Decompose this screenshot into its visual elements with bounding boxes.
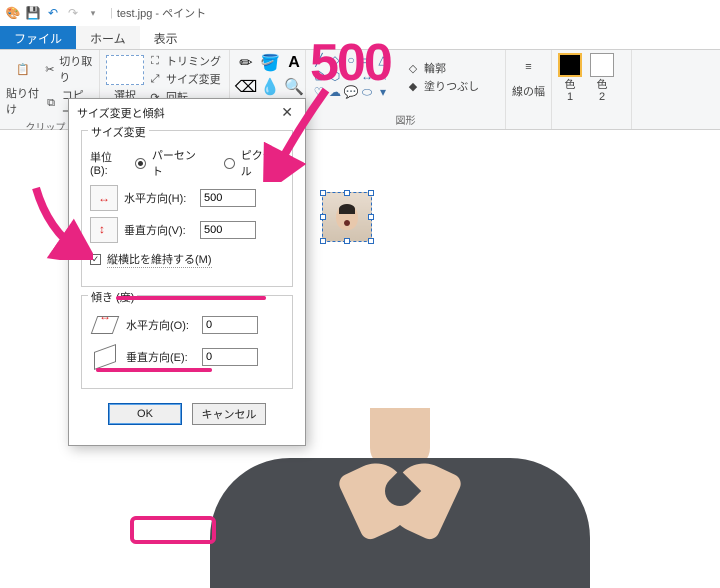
- cut-button[interactable]: ✂切り取り: [44, 53, 93, 85]
- tab-home[interactable]: ホーム: [76, 26, 140, 49]
- resize-icon: ⤢: [148, 72, 162, 86]
- redo-icon[interactable]: ↷: [64, 4, 82, 22]
- color1-swatch: [558, 53, 582, 77]
- selected-image[interactable]: [322, 192, 372, 242]
- radio-pixel[interactable]: [224, 158, 235, 169]
- skew-h-input[interactable]: [202, 316, 258, 334]
- annotation-arrow-1: [256, 82, 336, 182]
- skew-v-input[interactable]: [202, 348, 258, 366]
- v-label: 垂直方向(V):: [124, 222, 194, 238]
- undo-icon[interactable]: ↶: [44, 4, 62, 22]
- fill-button[interactable]: ◆塗りつぶし: [406, 78, 479, 94]
- crop-button[interactable]: ⛶トリミング: [148, 53, 221, 69]
- skew-h-icon: ↔: [90, 312, 120, 338]
- aspect-label[interactable]: 縦横比を維持する(M): [107, 251, 212, 268]
- paste-label: 貼り付け: [6, 85, 40, 117]
- percent-label[interactable]: パーセント: [152, 147, 206, 179]
- tab-file[interactable]: ファイル: [0, 26, 76, 49]
- fill-tool[interactable]: 🪣: [260, 53, 280, 73]
- pencil-tool[interactable]: ✏: [236, 53, 256, 73]
- outline-icon: ◇: [406, 61, 420, 75]
- title-divider: |: [110, 7, 113, 19]
- qat-dropdown-icon[interactable]: ▾: [84, 4, 102, 22]
- tab-view[interactable]: 表示: [140, 26, 192, 49]
- quick-access-toolbar: 🎨 💾 ↶ ↷ ▾: [0, 4, 106, 22]
- select-icon: [106, 55, 144, 85]
- skew-h-label: 水平方向(O):: [126, 317, 196, 333]
- unit-label: 単位(B):: [90, 149, 129, 177]
- skew-v-label: 垂直方向(E):: [126, 349, 196, 365]
- title-bar: 🎨 💾 ↶ ↷ ▾ | test.jpg - ペイント: [0, 0, 720, 26]
- face-graphic: [336, 204, 358, 230]
- skew-group: 傾き (度) ↔ 水平方向(O): 垂直方向(E):: [81, 295, 293, 389]
- annotation-underline-1: [116, 296, 266, 300]
- ribbon-group-colors: 色 1 色 2: [552, 50, 632, 129]
- dialog-title-text: サイズ変更と傾斜: [77, 105, 165, 121]
- text-tool[interactable]: A: [284, 53, 304, 73]
- app-icon: 🎨: [4, 4, 22, 22]
- shapes-group-label: 図形: [312, 112, 499, 127]
- h-label: 水平方向(H):: [124, 190, 194, 206]
- paste-icon: 📋: [9, 55, 37, 83]
- resize-legend: サイズ変更: [88, 124, 149, 140]
- annotation-ok-highlight: [130, 516, 216, 544]
- annotation-underline-2: [96, 368, 212, 372]
- radio-percent[interactable]: [135, 158, 146, 169]
- resize-button[interactable]: ⤢サイズ変更: [148, 71, 221, 87]
- select-button[interactable]: 選択: [106, 55, 144, 103]
- cancel-button[interactable]: キャンセル: [192, 403, 266, 425]
- fill-icon: ◆: [406, 79, 420, 93]
- color2-button[interactable]: 色 2: [590, 53, 614, 103]
- horizontal-input[interactable]: [200, 189, 256, 207]
- outline-button[interactable]: ◇輪郭: [406, 60, 479, 76]
- eraser-tool[interactable]: ⌫: [236, 77, 256, 97]
- ok-button[interactable]: OK: [108, 403, 182, 425]
- annotation-arrow-2: [28, 180, 93, 260]
- ribbon-group-stroke: ≡ 線の幅: [506, 50, 552, 129]
- color2-swatch: [590, 53, 614, 77]
- cut-icon: ✂: [44, 62, 55, 76]
- save-icon[interactable]: 💾: [24, 4, 42, 22]
- skew-v-icon: [90, 344, 120, 370]
- vertical-input[interactable]: [200, 221, 256, 239]
- color1-button[interactable]: 色 1: [558, 53, 582, 103]
- stroke-icon: ≡: [515, 53, 543, 81]
- copy-icon: ⧉: [44, 96, 57, 110]
- crop-icon: ⛶: [148, 54, 162, 68]
- vertical-icon: ↔: [90, 217, 118, 243]
- paste-button[interactable]: 📋 貼り付け: [6, 55, 40, 117]
- document-title: test.jpg - ペイント: [117, 5, 206, 21]
- horizontal-icon: ↔: [90, 185, 118, 211]
- stroke-width-button[interactable]: ≡ 線の幅: [512, 53, 545, 99]
